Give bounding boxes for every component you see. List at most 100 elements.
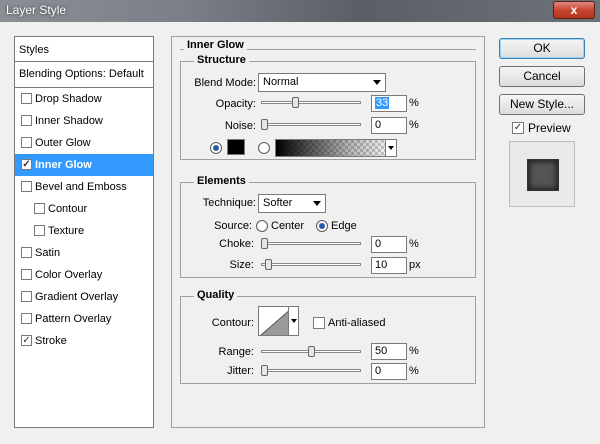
jitter-value: 0 — [375, 365, 382, 377]
style-checkbox[interactable] — [21, 181, 32, 192]
style-item-pattern-overlay[interactable]: Pattern Overlay — [15, 308, 153, 330]
ok-button[interactable]: OK — [499, 38, 585, 59]
blend-mode-select[interactable]: Normal — [258, 73, 386, 92]
new-style-button[interactable]: New Style... — [499, 94, 585, 115]
new-style-label: New Style... — [509, 97, 575, 111]
style-item-gradient-overlay[interactable]: Gradient Overlay — [15, 286, 153, 308]
style-item-label: Pattern Overlay — [35, 313, 112, 325]
inner-glow-title: Inner Glow — [184, 39, 247, 51]
gradient-radio[interactable] — [258, 142, 270, 154]
close-icon: x — [570, 3, 578, 17]
style-item-contour[interactable]: Contour — [15, 198, 153, 220]
style-item-satin[interactable]: Satin — [15, 242, 153, 264]
preview-checkbox[interactable]: ✓ — [512, 122, 524, 134]
source-label: Source: — [214, 220, 252, 232]
style-checkbox[interactable] — [21, 291, 32, 302]
style-checkbox[interactable] — [21, 247, 32, 258]
style-checkbox[interactable] — [34, 225, 45, 236]
cancel-button[interactable]: Cancel — [499, 66, 585, 87]
blend-mode-label: Blend Mode: — [194, 77, 256, 89]
style-item-label: Drop Shadow — [35, 93, 102, 105]
style-checkbox[interactable] — [21, 93, 32, 104]
style-checkbox[interactable]: ✓ — [21, 335, 32, 346]
styles-list: Styles Blending Options: Default Drop Sh… — [14, 36, 154, 428]
opacity-label: Opacity: — [215, 98, 256, 110]
noise-label: Noise: — [224, 120, 256, 132]
style-item-label: Inner Shadow — [35, 115, 103, 127]
inner-glow-panel: Inner Glow Structure Blend Mode: Normal … — [171, 36, 485, 428]
style-item-inner-shadow[interactable]: Inner Shadow — [15, 110, 153, 132]
anti-aliased-checkbox[interactable] — [313, 317, 325, 329]
noise-slider[interactable] — [261, 123, 361, 126]
preview-label: Preview — [528, 121, 571, 135]
style-item-texture[interactable]: Texture — [15, 220, 153, 242]
style-checkbox[interactable]: ✓ — [21, 159, 32, 170]
source-edge-radio[interactable] — [316, 220, 328, 232]
jitter-input[interactable]: 0 — [371, 363, 407, 380]
style-item-bevel-and-emboss[interactable]: Bevel and Emboss — [15, 176, 153, 198]
source-center-label: Center — [271, 220, 305, 232]
choke-slider-thumb[interactable] — [261, 238, 268, 249]
style-item-label: Inner Glow — [35, 159, 92, 171]
blending-options-item[interactable]: Blending Options: Default — [15, 62, 153, 88]
size-unit: px — [409, 259, 421, 271]
opacity-value: 33 — [375, 97, 390, 109]
contour-label: Contour: — [211, 317, 254, 329]
noise-input[interactable]: 0 — [371, 117, 407, 134]
styles-header[interactable]: Styles — [15, 37, 153, 62]
ok-label: OK — [533, 41, 551, 55]
style-item-label: Stroke — [35, 335, 67, 347]
style-checkbox[interactable] — [21, 115, 32, 126]
close-button[interactable]: x — [553, 1, 595, 19]
style-item-stroke[interactable]: ✓ Stroke — [15, 330, 153, 352]
source-center-radio[interactable] — [256, 220, 268, 232]
noise-value: 0 — [375, 119, 382, 131]
glow-gradient-picker[interactable] — [275, 139, 397, 157]
contour-picker[interactable] — [258, 306, 292, 336]
size-slider-thumb[interactable] — [264, 259, 272, 270]
style-item-color-overlay[interactable]: Color Overlay — [15, 264, 153, 286]
solid-color-radio[interactable] — [210, 142, 222, 154]
preview-thumbnail — [509, 141, 575, 207]
jitter-slider[interactable] — [261, 369, 361, 372]
choke-slider[interactable] — [261, 242, 361, 245]
structure-title: Structure — [194, 54, 249, 66]
gradient-dropdown[interactable] — [385, 139, 397, 157]
style-item-label: Satin — [35, 247, 61, 259]
opacity-input[interactable]: 33 — [371, 95, 407, 112]
range-slider-thumb[interactable] — [307, 346, 315, 357]
style-item-inner-glow[interactable]: ✓ Inner Glow — [15, 154, 153, 176]
window-title: Layer Style — [6, 3, 67, 17]
title-bar: Layer Style x — [0, 0, 600, 22]
size-input[interactable]: 10 — [371, 257, 407, 274]
size-slider[interactable] — [261, 263, 361, 266]
style-item-label: Color Overlay — [35, 269, 103, 281]
chevron-down-icon — [388, 146, 394, 150]
quality-title: Quality — [194, 289, 238, 301]
opacity-slider-thumb[interactable] — [291, 97, 299, 108]
chevron-down-icon — [373, 80, 381, 85]
opacity-slider[interactable] — [261, 101, 361, 104]
style-item-drop-shadow[interactable]: Drop Shadow — [15, 88, 153, 110]
style-item-outer-glow[interactable]: Outer Glow — [15, 132, 153, 154]
noise-slider-thumb[interactable] — [261, 119, 268, 130]
style-checkbox[interactable] — [21, 137, 32, 148]
style-checkbox[interactable] — [21, 269, 32, 280]
contour-dropdown[interactable] — [288, 306, 299, 336]
choke-input[interactable]: 0 — [371, 236, 407, 253]
style-checkbox[interactable] — [34, 203, 45, 214]
range-input[interactable]: 50 — [371, 343, 407, 360]
choke-value: 0 — [375, 238, 382, 250]
technique-select[interactable]: Softer — [258, 194, 326, 213]
glow-color-swatch[interactable] — [227, 139, 245, 155]
style-item-label: Contour — [48, 203, 88, 215]
range-value: 50 — [375, 345, 388, 357]
jitter-slider-thumb[interactable] — [261, 365, 268, 376]
cancel-label: Cancel — [523, 69, 561, 83]
style-checkbox[interactable] — [21, 313, 32, 324]
chevron-down-icon — [291, 319, 297, 323]
preview-swatch — [527, 159, 559, 191]
opacity-unit: % — [409, 97, 419, 109]
technique-value: Softer — [263, 197, 293, 209]
style-item-label: Gradient Overlay — [35, 291, 119, 303]
